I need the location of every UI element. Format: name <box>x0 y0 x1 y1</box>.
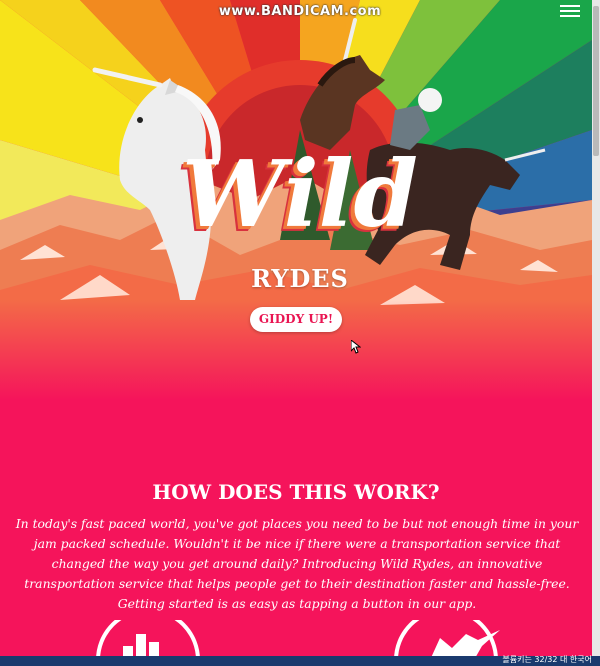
unicorn-icon <box>394 620 500 660</box>
mouse-cursor-icon <box>351 340 361 354</box>
menu-bar <box>560 10 580 12</box>
section-heading: HOW DOES THIS WORK? <box>152 480 440 504</box>
section-description: In today's fast paced world, you've got … <box>15 516 579 611</box>
os-taskbar: 볼륨키는 32/32 대 한국어 <box>0 655 600 666</box>
menu-bar <box>560 15 580 17</box>
recorder-watermark: www.BANDICAM.com <box>218 4 382 19</box>
scrollbar-thumb[interactable] <box>593 6 599 156</box>
logo-wild-text: Wild <box>182 140 418 248</box>
taskbar-status-text: 볼륨키는 32/32 대 한국어 <box>502 655 592 664</box>
page-scrollbar[interactable] <box>592 0 600 656</box>
building-icon <box>96 620 200 660</box>
menu-bar <box>560 5 580 7</box>
giddy-up-button[interactable]: GIDDY UP! <box>250 307 342 332</box>
hamburger-menu-icon[interactable] <box>560 3 580 19</box>
logo-rydes-text: RYDES <box>251 264 349 293</box>
